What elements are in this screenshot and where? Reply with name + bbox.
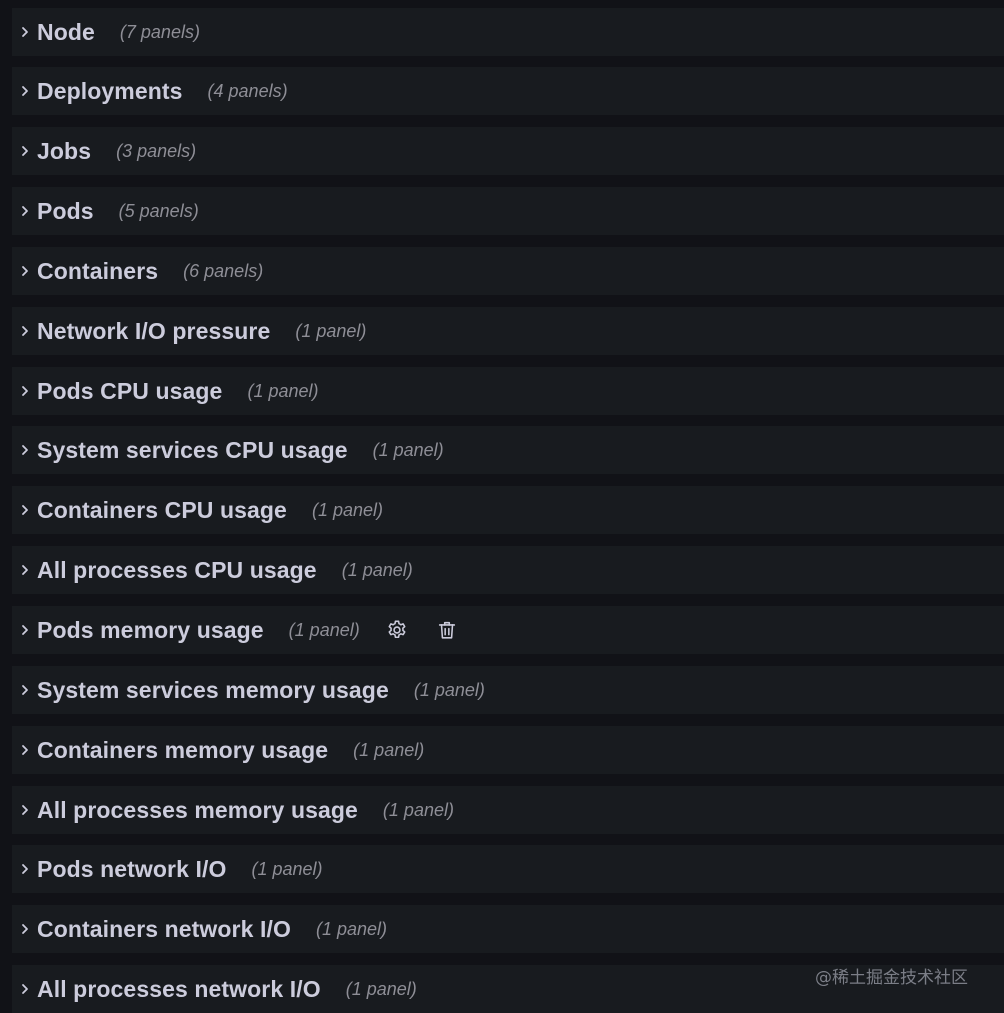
panel-count: (1 panel)	[353, 739, 425, 760]
row-pods[interactable]: Pods (5 panels)	[12, 187, 1004, 235]
row-title[interactable]: Containers network I/O	[37, 916, 291, 943]
row-title[interactable]: Containers	[37, 258, 158, 285]
row-all-processes-cpu-usage[interactable]: All processes CPU usage (1 panel)	[12, 546, 1004, 594]
row-title[interactable]: Pods	[37, 198, 94, 225]
dashboard-rows: Node (7 panels) Deployments (4 panels) J…	[0, 0, 1004, 1013]
panel-count: (7 panels)	[119, 21, 200, 42]
chevron-right-icon[interactable]	[18, 623, 32, 637]
chevron-right-icon[interactable]	[18, 803, 32, 817]
panel-count: (1 panel)	[341, 559, 413, 580]
panel-count: (1 panel)	[288, 619, 360, 640]
row-title[interactable]: All processes network I/O	[37, 976, 321, 1003]
row-title[interactable]: Jobs	[37, 138, 91, 165]
row-title[interactable]: Deployments	[37, 78, 183, 105]
row-jobs[interactable]: Jobs (3 panels)	[12, 127, 1004, 175]
panel-count: (1 panel)	[295, 320, 367, 341]
panel-count: (6 panels)	[183, 260, 264, 281]
row-node[interactable]: Node (7 panels)	[12, 8, 1004, 56]
chevron-right-icon[interactable]	[18, 25, 32, 39]
row-title[interactable]: Pods CPU usage	[37, 378, 222, 405]
panel-count: (1 panel)	[372, 439, 444, 460]
row-all-processes-memory-usage[interactable]: All processes memory usage (1 panel)	[12, 786, 1004, 834]
chevron-right-icon[interactable]	[18, 84, 32, 98]
panel-count: (1 panel)	[413, 679, 485, 700]
row-containers-cpu-usage[interactable]: Containers CPU usage (1 panel)	[12, 486, 1004, 534]
row-title[interactable]: Pods memory usage	[37, 617, 264, 644]
gear-icon[interactable]	[386, 619, 408, 641]
chevron-right-icon[interactable]	[18, 204, 32, 218]
chevron-right-icon[interactable]	[18, 443, 32, 457]
watermark: @稀土掘金技术社区	[815, 968, 968, 988]
trash-icon[interactable]	[436, 619, 458, 641]
panel-count: (5 panels)	[118, 200, 199, 221]
row-title[interactable]: Network I/O pressure	[37, 318, 270, 345]
chevron-right-icon[interactable]	[18, 144, 32, 158]
chevron-right-icon[interactable]	[18, 922, 32, 936]
row-system-services-cpu-usage[interactable]: System services CPU usage (1 panel)	[12, 426, 1004, 474]
panel-count: (1 panel)	[311, 499, 383, 520]
row-pods-network-io[interactable]: Pods network I/O (1 panel)	[12, 845, 1004, 893]
row-pods-memory-usage[interactable]: Pods memory usage (1 panel)	[12, 606, 1004, 654]
panel-count: (1 panel)	[315, 918, 388, 939]
panel-count: (4 panels)	[207, 80, 288, 101]
chevron-right-icon[interactable]	[18, 563, 32, 577]
row-system-services-memory-usage[interactable]: System services memory usage (1 panel)	[12, 666, 1004, 714]
row-actions	[386, 619, 458, 641]
chevron-right-icon[interactable]	[18, 503, 32, 517]
chevron-right-icon[interactable]	[18, 683, 32, 697]
chevron-right-icon[interactable]	[18, 324, 32, 338]
row-title[interactable]: All processes CPU usage	[37, 557, 317, 584]
row-containers-network-io[interactable]: Containers network I/O (1 panel)	[12, 905, 1004, 953]
panel-count: (1 panel)	[382, 799, 454, 820]
row-deployments[interactable]: Deployments (4 panels)	[12, 67, 1004, 115]
row-network-io-pressure[interactable]: Network I/O pressure (1 panel)	[12, 307, 1004, 355]
row-title[interactable]: System services memory usage	[37, 677, 389, 704]
row-title[interactable]: All processes memory usage	[37, 797, 358, 824]
row-containers[interactable]: Containers (6 panels)	[12, 247, 1004, 295]
chevron-right-icon[interactable]	[18, 264, 32, 278]
row-pods-cpu-usage[interactable]: Pods CPU usage (1 panel)	[12, 367, 1004, 415]
row-title[interactable]: Pods network I/O	[37, 856, 226, 883]
row-containers-memory-usage[interactable]: Containers memory usage (1 panel)	[12, 726, 1004, 774]
row-title[interactable]: Containers memory usage	[37, 737, 328, 764]
panel-count: (1 panel)	[247, 380, 319, 401]
chevron-right-icon[interactable]	[18, 982, 32, 996]
row-title[interactable]: Containers CPU usage	[37, 497, 287, 524]
row-title[interactable]: System services CPU usage	[37, 437, 348, 464]
chevron-right-icon[interactable]	[18, 384, 32, 398]
panel-count: (1 panel)	[251, 858, 323, 879]
chevron-right-icon[interactable]	[18, 862, 32, 876]
row-title[interactable]: Node	[37, 19, 95, 46]
panel-count: (3 panels)	[116, 140, 197, 161]
chevron-right-icon[interactable]	[18, 743, 32, 757]
panel-count: (1 panel)	[345, 978, 417, 999]
